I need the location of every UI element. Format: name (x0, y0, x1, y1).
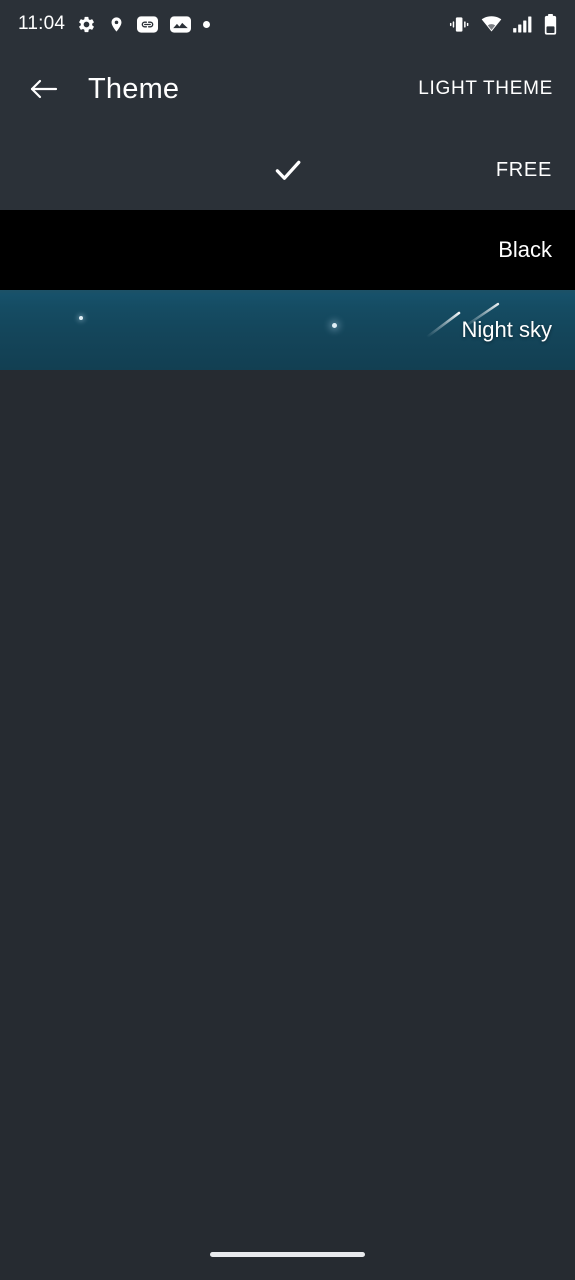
back-button[interactable] (22, 67, 66, 111)
content-area (0, 372, 575, 1280)
location-pin-icon (111, 16, 122, 32)
phone-screen: 11:04 Theme LIGHT THEME FREE Black Night… (0, 0, 575, 1280)
wifi-icon (481, 15, 502, 31)
theme-label-night-sky: Night sky (461, 317, 552, 342)
theme-list: FREE Black Night sky (0, 130, 575, 370)
theme-label-black: Black (498, 237, 552, 262)
image-icon (170, 15, 192, 33)
dot-icon (203, 20, 211, 28)
status-bar-right (448, 13, 557, 35)
status-bar: 11:04 (0, 0, 575, 48)
checkmark-icon (275, 160, 300, 180)
cellular-signal-icon (513, 15, 532, 33)
link-icon (137, 15, 159, 33)
selected-check-wrapper (0, 130, 575, 210)
page-title: Theme (88, 72, 180, 105)
theme-label-free: FREE (495, 158, 552, 181)
gesture-home-pill[interactable] (210, 1251, 365, 1257)
theme-row-night-sky[interactable]: Night sky (0, 290, 575, 370)
light-theme-button[interactable]: LIGHT THEME (418, 78, 553, 100)
back-arrow-icon (30, 79, 58, 99)
status-bar-clock: 11:04 (18, 13, 66, 34)
system-nav-bar (0, 1228, 575, 1280)
battery-icon (544, 13, 557, 35)
vibrate-icon (449, 16, 469, 32)
status-bar-left: 11:04 (18, 13, 211, 35)
theme-row-black[interactable]: Black (0, 210, 575, 290)
gear-icon (79, 16, 95, 32)
theme-row-free[interactable]: FREE (0, 130, 575, 210)
app-bar: Theme LIGHT THEME (0, 48, 575, 130)
